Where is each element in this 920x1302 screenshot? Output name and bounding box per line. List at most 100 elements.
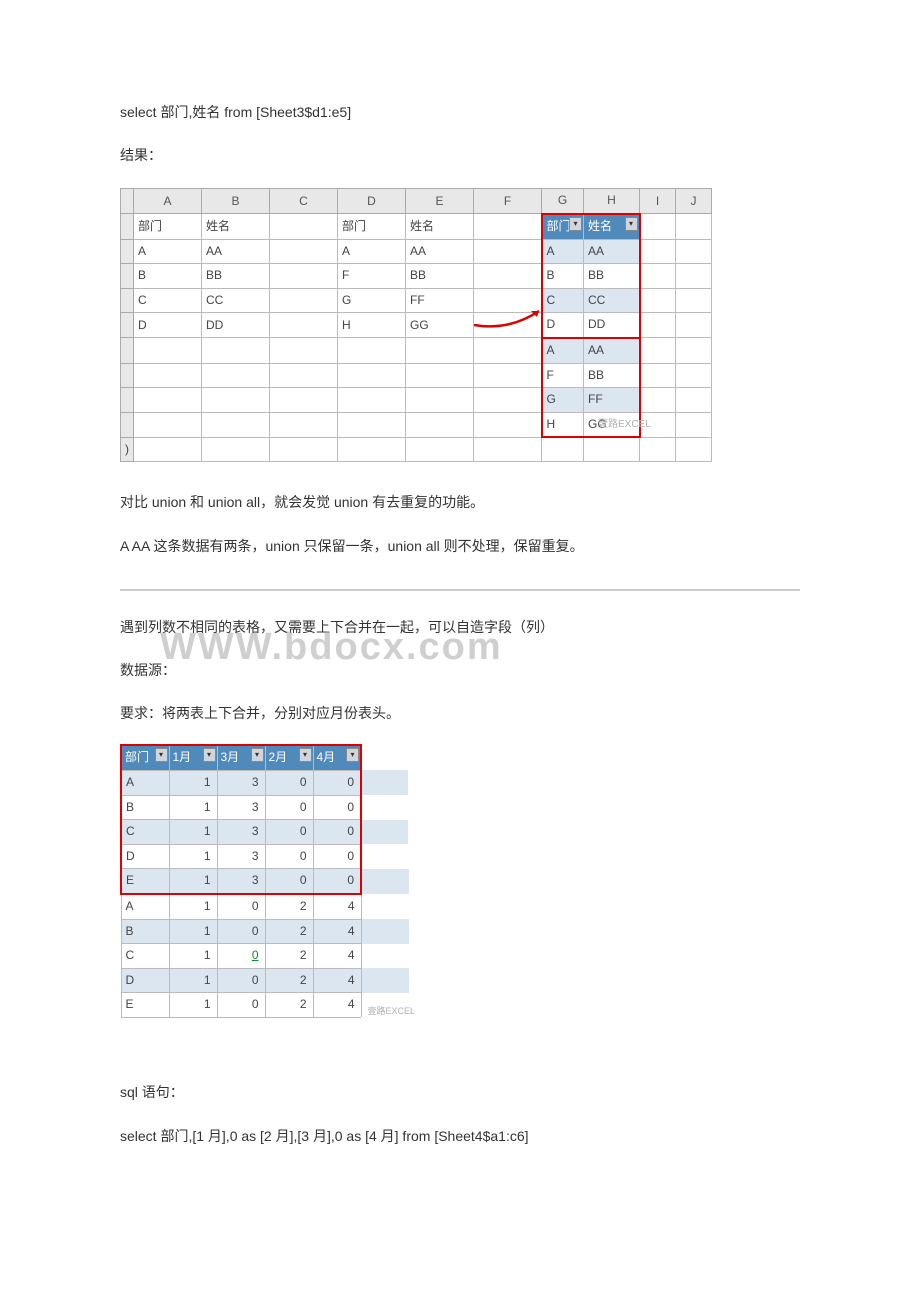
cell[interactable]: A: [542, 338, 584, 363]
cell[interactable]: 3: [217, 770, 265, 795]
dropdown-icon[interactable]: ▾: [155, 748, 168, 762]
cell[interactable]: 1: [169, 993, 217, 1018]
cell[interactable]: 4: [313, 944, 361, 969]
cell[interactable]: 4: [313, 919, 361, 944]
cell[interactable]: D: [134, 313, 202, 338]
cell[interactable]: 1: [169, 944, 217, 969]
pivot-name-header[interactable]: 姓名▾: [584, 214, 640, 239]
cell[interactable]: 0: [313, 820, 361, 845]
cell[interactable]: GG壹路EXCEL: [584, 412, 640, 437]
cell[interactable]: 0: [217, 968, 265, 993]
cell[interactable]: G: [338, 288, 406, 313]
cell[interactable]: 2: [265, 919, 313, 944]
cell[interactable]: 2: [265, 894, 313, 919]
cell[interactable]: 0: [313, 869, 361, 894]
cell[interactable]: 1: [169, 869, 217, 894]
dropdown-icon[interactable]: ▾: [251, 748, 264, 762]
dropdown-icon[interactable]: ▾: [569, 217, 582, 231]
cell[interactable]: DD: [202, 313, 270, 338]
cell[interactable]: FF: [584, 388, 640, 413]
cell[interactable]: 姓名: [406, 214, 474, 239]
cell[interactable]: 0: [217, 993, 265, 1018]
cell[interactable]: 1: [169, 894, 217, 919]
cell[interactable]: 0: [313, 770, 361, 795]
cell[interactable]: DD: [584, 313, 640, 338]
cell[interactable]: 4: [313, 894, 361, 919]
cell[interactable]: H: [338, 313, 406, 338]
cell[interactable]: 1: [169, 795, 217, 820]
cell[interactable]: A: [542, 239, 584, 264]
cell[interactable]: 0: [313, 795, 361, 820]
cell[interactable]: E: [121, 993, 169, 1018]
cell[interactable]: GG: [406, 313, 474, 338]
cell[interactable]: C: [542, 288, 584, 313]
cell[interactable]: A: [121, 770, 169, 795]
cell[interactable]: 0: [265, 795, 313, 820]
pivot-header-month[interactable]: 4月▾: [313, 745, 361, 770]
dropdown-icon[interactable]: ▾: [299, 748, 312, 762]
cell[interactable]: 0: [265, 869, 313, 894]
cell[interactable]: AA: [406, 239, 474, 264]
cell[interactable]: 3: [217, 795, 265, 820]
cell[interactable]: BB: [202, 264, 270, 289]
cell[interactable]: 2: [265, 993, 313, 1018]
cell[interactable]: B: [134, 264, 202, 289]
cell[interactable]: 部门: [134, 214, 202, 239]
cell[interactable]: D: [542, 313, 584, 338]
cell[interactable]: 1: [169, 968, 217, 993]
pivot-header-month[interactable]: 2月▾: [265, 745, 313, 770]
cell[interactable]: C: [121, 944, 169, 969]
cell[interactable]: C: [121, 820, 169, 845]
cell[interactable]: 3: [217, 869, 265, 894]
cell[interactable]: B: [542, 264, 584, 289]
cell[interactable]: F: [338, 264, 406, 289]
cell[interactable]: A: [121, 894, 169, 919]
cell[interactable]: 3: [217, 844, 265, 869]
pivot-header-dept[interactable]: 部门▾: [121, 745, 169, 770]
cell[interactable]: 0: [265, 770, 313, 795]
pivot-header-month[interactable]: 1月▾: [169, 745, 217, 770]
cell[interactable]: BB: [406, 264, 474, 289]
pivot-dept-header[interactable]: 部门▾: [542, 214, 584, 239]
cell[interactable]: 2: [265, 944, 313, 969]
cell[interactable]: A: [134, 239, 202, 264]
cell[interactable]: CC: [584, 288, 640, 313]
pivot-header-month[interactable]: 3月▾: [217, 745, 265, 770]
cell[interactable]: 0: [217, 944, 265, 969]
cell[interactable]: 1: [169, 844, 217, 869]
cell[interactable]: G: [542, 388, 584, 413]
cell[interactable]: A: [338, 239, 406, 264]
cell[interactable]: H: [542, 412, 584, 437]
cell[interactable]: 4: [313, 993, 361, 1018]
cell[interactable]: 部门: [338, 214, 406, 239]
cell[interactable]: BB: [584, 363, 640, 388]
cell[interactable]: BB: [584, 264, 640, 289]
cell[interactable]: F: [542, 363, 584, 388]
cell[interactable]: B: [121, 795, 169, 820]
dropdown-icon[interactable]: ▾: [203, 748, 216, 762]
cell[interactable]: 1: [169, 919, 217, 944]
cell[interactable]: 1: [169, 770, 217, 795]
cell[interactable]: 4: [313, 968, 361, 993]
cell[interactable]: 0: [265, 844, 313, 869]
cell[interactable]: 2: [265, 968, 313, 993]
cell[interactable]: AA: [202, 239, 270, 264]
cell[interactable]: D: [121, 844, 169, 869]
cell[interactable]: 1: [169, 820, 217, 845]
cell[interactable]: 0: [217, 894, 265, 919]
cell[interactable]: CC: [202, 288, 270, 313]
dropdown-icon[interactable]: ▾: [625, 217, 638, 231]
cell[interactable]: 姓名: [202, 214, 270, 239]
cell[interactable]: 0: [313, 844, 361, 869]
cell[interactable]: FF: [406, 288, 474, 313]
cell[interactable]: 0: [217, 919, 265, 944]
cell[interactable]: 0: [265, 820, 313, 845]
cell[interactable]: AA: [584, 338, 640, 363]
cell[interactable]: AA: [584, 239, 640, 264]
dropdown-icon[interactable]: ▾: [346, 748, 359, 762]
cell[interactable]: C: [134, 288, 202, 313]
cell[interactable]: D: [121, 968, 169, 993]
cell[interactable]: E: [121, 869, 169, 894]
cell[interactable]: 3: [217, 820, 265, 845]
cell[interactable]: B: [121, 919, 169, 944]
